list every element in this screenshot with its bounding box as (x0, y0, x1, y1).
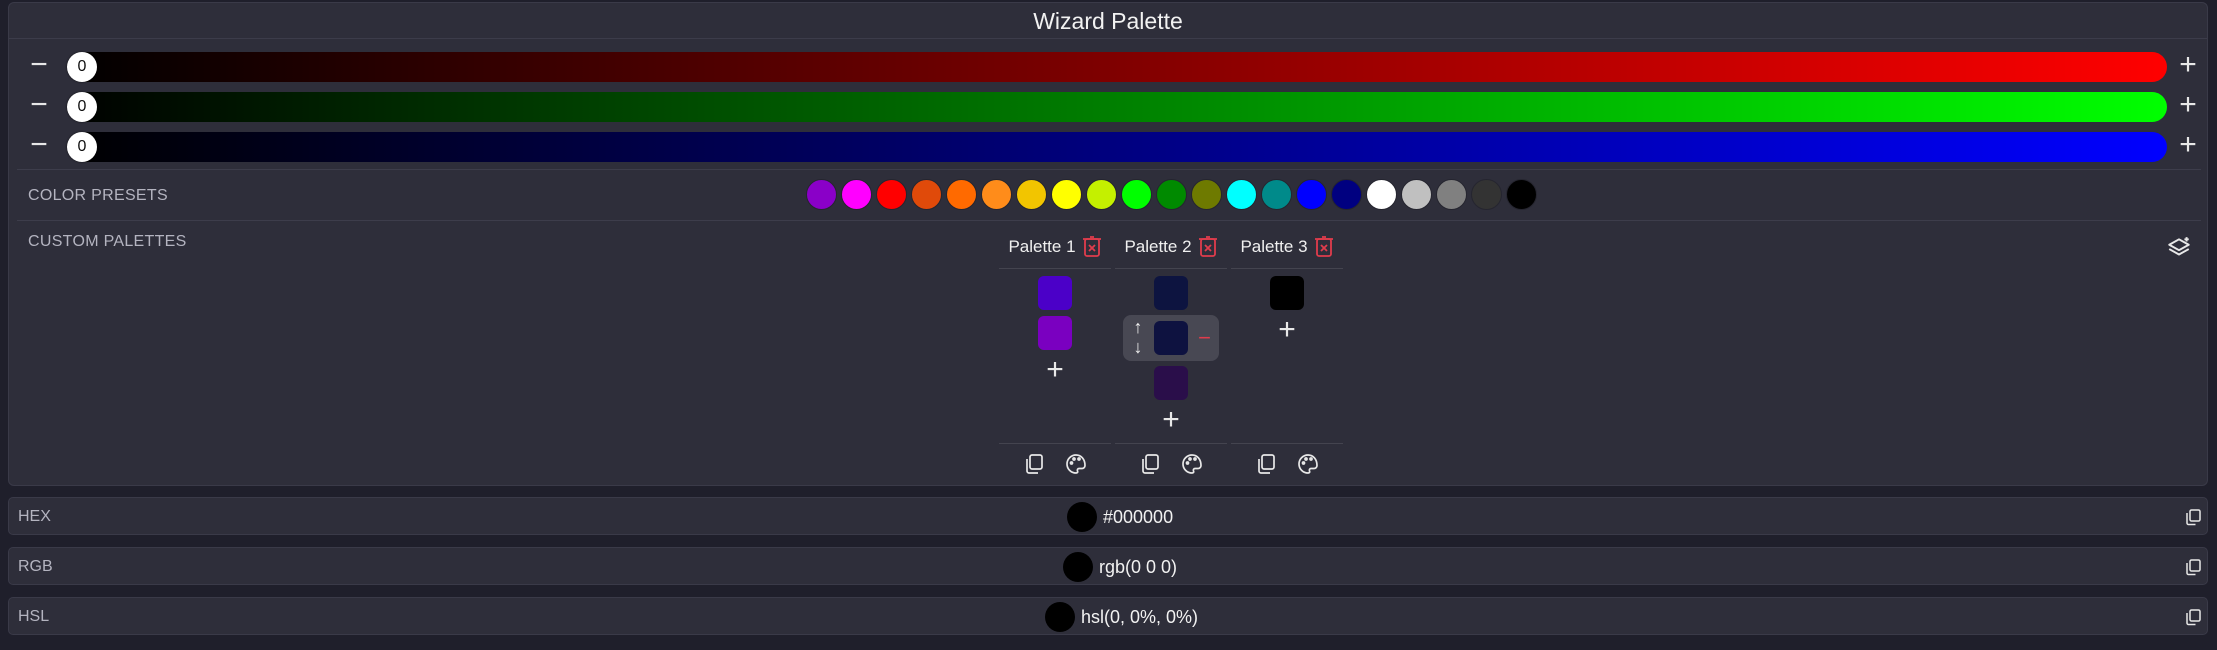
color-preview-dot (1063, 552, 1093, 582)
palette-1: Palette 1 + (999, 225, 1111, 474)
hex-output-row: HEX #000000 (8, 497, 2208, 535)
color-preview-dot (1045, 602, 1075, 632)
active-color-chip-row: ↑ ↓ − (1123, 315, 1219, 361)
preset-swatch[interactable] (1086, 179, 1117, 210)
palette-icon[interactable] (1181, 453, 1203, 475)
blue-slider-thumb[interactable]: 0 (67, 132, 97, 162)
palette-color-chip[interactable] (1038, 316, 1072, 350)
arrow-up-icon[interactable]: ↑ (1127, 317, 1149, 337)
preset-swatch[interactable] (1401, 179, 1432, 210)
palette-icon[interactable] (1297, 453, 1319, 475)
add-color-button[interactable]: + (1231, 313, 1343, 349)
rgb-value[interactable]: rgb(0 0 0) (1099, 557, 1177, 578)
red-increment-button[interactable]: + (2174, 50, 2202, 80)
palette-header: Palette 1 (999, 225, 1111, 269)
palette-color-chip[interactable] (1154, 366, 1188, 400)
panel-title: Wizard Palette (9, 3, 2207, 39)
remove-color-button[interactable]: − (1198, 325, 1211, 351)
palette-2: Palette 2 ↑ ↓ − + (1115, 225, 1227, 474)
green-increment-button[interactable]: + (2174, 90, 2202, 120)
preset-swatch[interactable] (1506, 179, 1537, 210)
preset-swatch[interactable] (1366, 179, 1397, 210)
palette-header: Palette 3 (1231, 225, 1343, 269)
blue-slider-row: − 0 + (9, 128, 2207, 164)
preset-swatch[interactable] (1051, 179, 1082, 210)
palette-header: Palette 2 (1115, 225, 1227, 269)
copy-icon[interactable] (2184, 558, 2202, 576)
green-slider-track[interactable]: 0 (67, 92, 2167, 122)
arrow-down-icon[interactable]: ↓ (1127, 337, 1149, 357)
copy-icon[interactable] (1139, 453, 1161, 475)
copy-icon[interactable] (1255, 453, 1277, 475)
hsl-value[interactable]: hsl(0, 0%, 0%) (1081, 607, 1198, 628)
wizard-palette-panel: Wizard Palette − 0 + − 0 + − 0 + COLOR P… (8, 2, 2208, 486)
palette-footer (999, 443, 1111, 483)
add-color-button[interactable]: + (1115, 403, 1227, 439)
preset-swatch[interactable] (1156, 179, 1187, 210)
preset-swatch[interactable] (911, 179, 942, 210)
palette-color-chip-selected[interactable] (1154, 321, 1188, 355)
hex-value[interactable]: #000000 (1103, 507, 1173, 528)
palette-color-chip[interactable] (1270, 276, 1304, 310)
preset-swatch[interactable] (806, 179, 837, 210)
red-decrement-button[interactable]: − (25, 50, 53, 80)
preset-swatch[interactable] (1226, 179, 1257, 210)
palette-color-chip[interactable] (1154, 276, 1188, 310)
copy-icon[interactable] (2184, 508, 2202, 526)
trash-icon[interactable] (1314, 235, 1334, 258)
preset-swatch[interactable] (1471, 179, 1502, 210)
preset-swatch[interactable] (1016, 179, 1047, 210)
add-color-button[interactable]: + (999, 353, 1111, 389)
rgb-output-row: RGB rgb(0 0 0) (8, 547, 2208, 585)
palette-footer (1115, 443, 1227, 483)
green-slider-row: − 0 + (9, 88, 2207, 124)
green-decrement-button[interactable]: − (25, 90, 53, 120)
hsl-output-row: HSL hsl(0, 0%, 0%) (8, 597, 2208, 635)
layers-icon[interactable] (2166, 235, 2192, 261)
hsl-label: HSL (18, 608, 50, 625)
red-slider-row: − 0 + (9, 48, 2207, 84)
preset-swatch[interactable] (946, 179, 977, 210)
trash-icon[interactable] (1198, 235, 1218, 258)
color-presets-label: COLOR PRESETS (28, 187, 168, 204)
rgb-label: RGB (18, 558, 53, 575)
preset-swatch[interactable] (1191, 179, 1222, 210)
preset-swatch[interactable] (876, 179, 907, 210)
preset-swatch[interactable] (1261, 179, 1292, 210)
trash-icon[interactable] (1082, 235, 1102, 258)
divider (17, 169, 2201, 170)
custom-palettes-label: CUSTOM PALETTES (28, 233, 187, 250)
copy-icon[interactable] (1023, 453, 1045, 475)
blue-slider-track[interactable]: 0 (67, 132, 2167, 162)
palette-name: Palette 3 (1240, 236, 1308, 256)
green-slider-thumb[interactable]: 0 (67, 92, 97, 122)
divider (17, 220, 2201, 221)
palette-name: Palette 2 (1124, 236, 1192, 256)
hex-label: HEX (18, 508, 51, 525)
palette-3: Palette 3 + (1231, 225, 1343, 474)
blue-increment-button[interactable]: + (2174, 130, 2202, 160)
red-slider-track[interactable]: 0 (67, 52, 2167, 82)
preset-swatch[interactable] (981, 179, 1012, 210)
red-slider-thumb[interactable]: 0 (67, 52, 97, 82)
preset-swatch[interactable] (1436, 179, 1467, 210)
color-preview-dot (1067, 502, 1097, 532)
palette-footer (1231, 443, 1343, 483)
color-presets (806, 179, 1537, 211)
copy-icon[interactable] (2184, 608, 2202, 626)
palette-name: Palette 1 (1008, 236, 1076, 256)
preset-swatch[interactable] (841, 179, 872, 210)
preset-swatch[interactable] (1296, 179, 1327, 210)
palette-color-chip[interactable] (1038, 276, 1072, 310)
preset-swatch[interactable] (1121, 179, 1152, 210)
preset-swatch[interactable] (1331, 179, 1362, 210)
palette-icon[interactable] (1065, 453, 1087, 475)
blue-decrement-button[interactable]: − (25, 130, 53, 160)
